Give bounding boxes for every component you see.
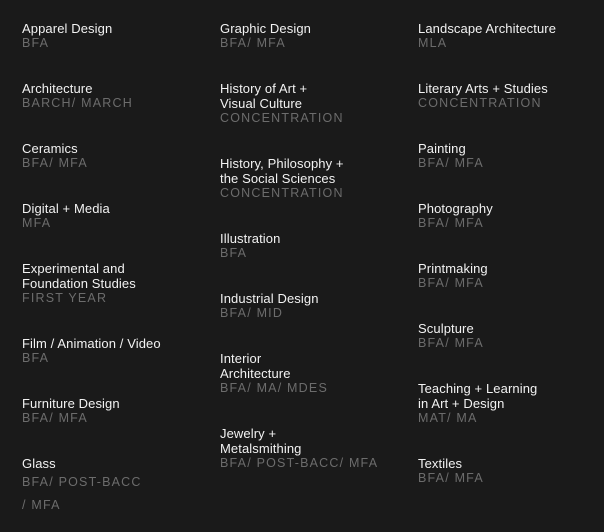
program-textiles[interactable]: Textiles BFA/ MFA — [418, 456, 484, 486]
program-degree: BFA/ MFA — [22, 156, 88, 170]
program-illustration[interactable]: Illustration BFA — [220, 231, 280, 261]
program-ceramics[interactable]: Ceramics BFA/ MFA — [22, 141, 88, 171]
program-degree: MFA — [22, 216, 52, 230]
program-degree: MAT/ MA — [418, 411, 478, 425]
program-name: Jewelry + Metalsmithing — [220, 426, 302, 456]
program-degree: BFA/ MID — [220, 306, 284, 320]
program-degree: BFA/ MFA — [22, 411, 88, 425]
program-degree: BFA/ MFA — [418, 156, 484, 170]
program-name: Glass — [22, 456, 56, 471]
program-name: Graphic Design — [220, 21, 311, 36]
program-experimental-foundation-studies[interactable]: Experimental and Foundation Studies FIRS… — [22, 261, 136, 306]
program-degree: BFA/ MA/ MDES — [220, 381, 328, 395]
program-name: Printmaking — [418, 261, 488, 276]
program-furniture-design[interactable]: Furniture Design BFA/ MFA — [22, 396, 120, 426]
program-teaching-learning-art-design[interactable]: Teaching + Learning in Art + Design MAT/… — [418, 381, 537, 426]
program-jewelry-metalsmithing[interactable]: Jewelry + Metalsmithing BFA/ POST-BACC/ … — [220, 426, 378, 471]
program-degree: BFA/ MFA — [418, 216, 484, 230]
program-history-art-visual-culture[interactable]: History of Art + Visual Culture CONCENTR… — [220, 81, 344, 126]
program-degree: BFA/ POST-BACC / MFA — [22, 475, 142, 512]
program-graphic-design[interactable]: Graphic Design BFA/ MFA — [220, 21, 311, 51]
program-name: Digital + Media — [22, 201, 110, 216]
program-name: Literary Arts + Studies — [418, 81, 548, 96]
programs-grid: Apparel Design BFA Architecture BARCH/ M… — [0, 0, 604, 532]
program-name: Illustration — [220, 231, 281, 246]
program-name: Apparel Design — [22, 21, 113, 36]
program-name: Sculpture — [418, 321, 474, 336]
program-name: Interior Architecture — [220, 351, 291, 381]
program-degree: FIRST YEAR — [22, 291, 108, 305]
program-degree: BFA — [22, 351, 50, 365]
program-name: Landscape Architecture — [418, 21, 557, 36]
program-degree: BFA — [220, 246, 248, 260]
program-glass[interactable]: Glass BFA/ POST-BACC / MFA — [22, 456, 142, 517]
program-name: History of Art + Visual Culture — [220, 81, 308, 111]
program-name: Experimental and Foundation Studies — [22, 261, 136, 291]
program-industrial-design[interactable]: Industrial Design BFA/ MID — [220, 291, 319, 321]
program-degree: BFA/ MFA — [220, 36, 286, 50]
program-literary-arts-studies[interactable]: Literary Arts + Studies CONCENTRATION — [418, 81, 548, 111]
program-degree: CONCENTRATION — [220, 186, 344, 200]
program-degree: BFA/ MFA — [418, 276, 484, 290]
program-landscape-architecture[interactable]: Landscape Architecture MLA — [418, 21, 556, 51]
program-painting[interactable]: Painting BFA/ MFA — [418, 141, 484, 171]
program-interior-architecture[interactable]: Interior Architecture BFA/ MA/ MDES — [220, 351, 328, 396]
program-name: Painting — [418, 141, 466, 156]
program-sculpture[interactable]: Sculpture BFA/ MFA — [418, 321, 484, 351]
program-photography[interactable]: Photography BFA/ MFA — [418, 201, 493, 231]
program-name: Industrial Design — [220, 291, 319, 306]
program-printmaking[interactable]: Printmaking BFA/ MFA — [418, 261, 488, 291]
program-name: Film / Animation / Video — [22, 336, 161, 351]
program-degree: BFA/ POST-BACC/ MFA — [220, 456, 379, 470]
program-digital-media[interactable]: Digital + Media MFA — [22, 201, 110, 231]
program-degree: CONCENTRATION — [220, 111, 344, 125]
program-name: History, Philosophy + the Social Science… — [220, 156, 344, 186]
program-degree: BFA — [22, 36, 50, 50]
program-degree: CONCENTRATION — [418, 96, 542, 110]
program-degree: BARCH/ MARCH — [22, 96, 133, 110]
program-name: Furniture Design — [22, 396, 120, 411]
program-architecture[interactable]: Architecture BARCH/ MARCH — [22, 81, 133, 111]
program-name: Textiles — [418, 456, 463, 471]
program-degree: MLA — [418, 36, 448, 50]
program-name: Teaching + Learning in Art + Design — [418, 381, 538, 411]
program-name: Architecture — [22, 81, 93, 96]
program-apparel-design[interactable]: Apparel Design BFA — [22, 21, 112, 51]
program-name: Ceramics — [22, 141, 78, 156]
program-name: Photography — [418, 201, 493, 216]
program-history-philosophy-social-sciences[interactable]: History, Philosophy + the Social Science… — [220, 156, 344, 201]
program-degree: BFA/ MFA — [418, 471, 484, 485]
program-film-animation-video[interactable]: Film / Animation / Video BFA — [22, 336, 161, 366]
program-degree: BFA/ MFA — [418, 336, 484, 350]
